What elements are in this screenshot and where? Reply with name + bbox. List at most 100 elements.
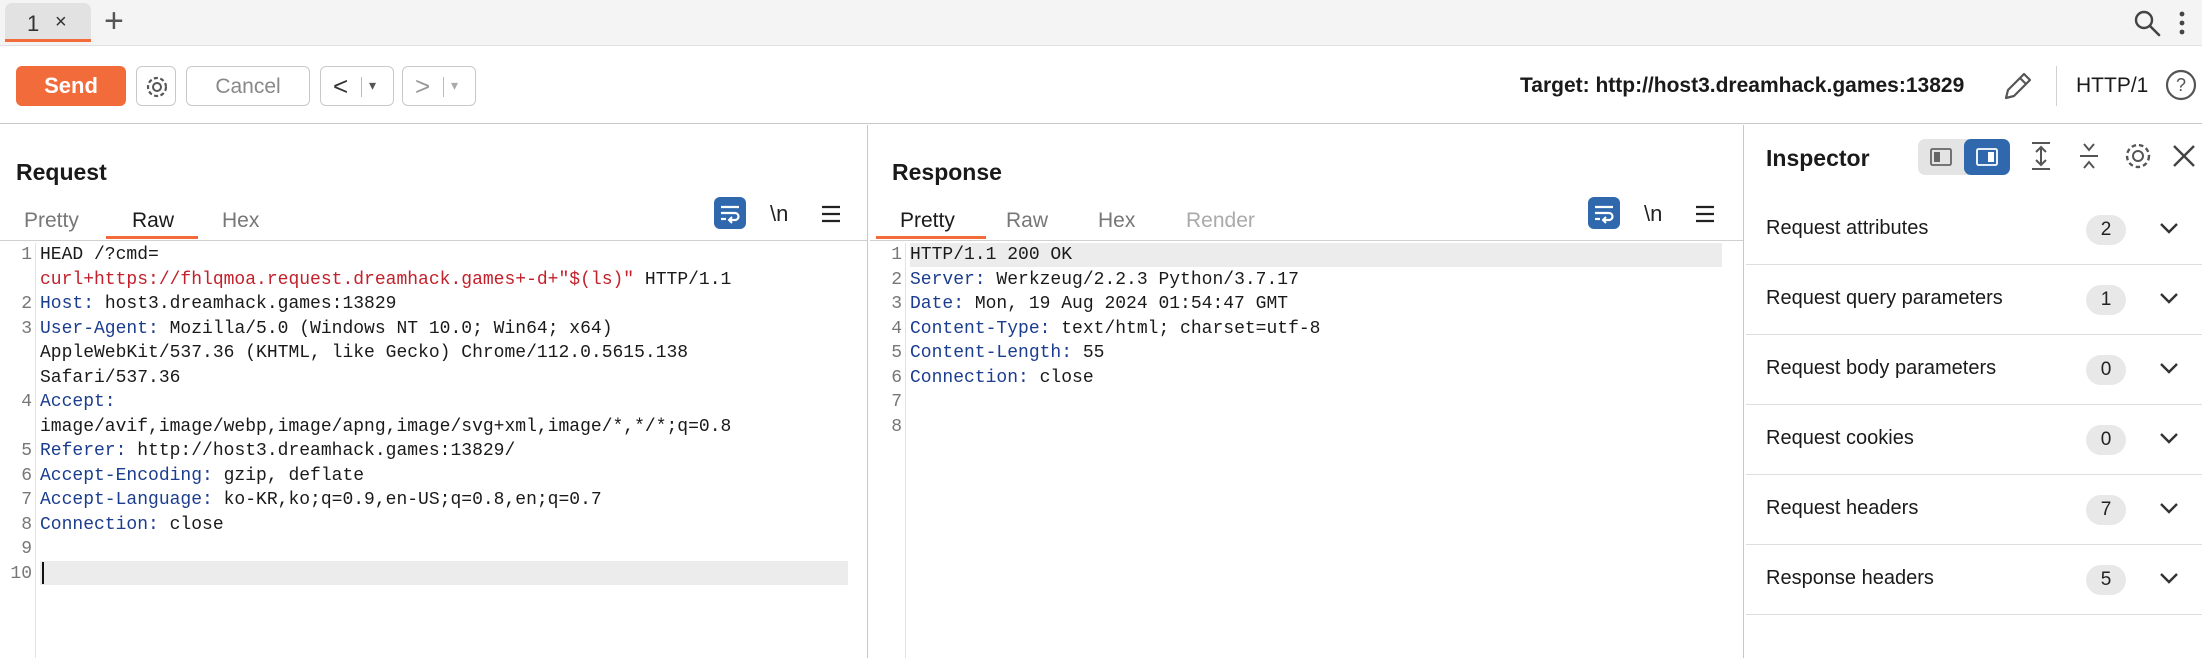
wrap-icon bbox=[721, 205, 740, 224]
chevron-left-icon: < bbox=[333, 71, 349, 101]
tab-1[interactable]: 1 × bbox=[5, 3, 91, 41]
tab-render[interactable]: Render bbox=[1186, 209, 1255, 233]
send-button[interactable]: Send bbox=[16, 66, 126, 106]
kebab-icon[interactable] bbox=[2176, 10, 2188, 41]
text-caret bbox=[42, 562, 44, 584]
code-line: Referer: http://host3.dreamhack.games:13… bbox=[40, 441, 516, 461]
wrap-lines-button[interactable] bbox=[714, 197, 746, 229]
tab-raw[interactable]: Raw bbox=[132, 209, 174, 233]
line-number: 5 bbox=[891, 343, 902, 363]
code-line: Host: host3.dreamhack.games:13829 bbox=[40, 294, 397, 314]
line-number: 1 bbox=[21, 245, 32, 265]
tab-bar: 1 × + bbox=[0, 0, 2202, 46]
inspector-layout-toggle bbox=[1918, 139, 2010, 175]
line-number: 7 bbox=[21, 490, 32, 510]
code-line: User-Agent: Mozilla/5.0 (Windows NT 10.0… bbox=[40, 318, 613, 339]
settings-button[interactable] bbox=[136, 66, 176, 106]
code-line: Accept: bbox=[40, 392, 116, 412]
count-badge: 0 bbox=[2086, 355, 2126, 385]
chevron-right-icon: > bbox=[415, 71, 431, 101]
section-label: Request attributes bbox=[1766, 217, 1929, 239]
wrap-icon bbox=[1595, 205, 1614, 224]
inspector-section-request-cookies[interactable]: Request cookies 0 bbox=[1746, 405, 2202, 475]
cancel-button[interactable]: Cancel bbox=[186, 66, 310, 106]
show-newlines-button[interactable]: \n bbox=[770, 201, 788, 227]
chevron-down-icon[interactable] bbox=[2158, 571, 2180, 590]
line-number: 10 bbox=[10, 563, 32, 584]
line-gutter: 1 2 3 4 5 6 7 8 bbox=[870, 243, 906, 658]
count-badge: 2 bbox=[2086, 215, 2126, 245]
count-badge: 1 bbox=[2086, 285, 2126, 315]
code-line: Accept-Encoding: gzip, deflate bbox=[40, 465, 365, 486]
line-number: 4 bbox=[21, 392, 32, 412]
inspector-section-response-headers[interactable]: Response headers 5 bbox=[1746, 545, 2202, 615]
close-icon[interactable] bbox=[2170, 142, 2198, 175]
request-panel: Request Pretty Raw Hex \n 1 2 3 4 5 6 7 … bbox=[0, 125, 868, 658]
show-newlines-button[interactable]: \n bbox=[1644, 201, 1662, 227]
code-line: HTTP/1.1 200 OK bbox=[910, 245, 1073, 265]
panel-left-icon bbox=[1930, 148, 1952, 166]
tab-hex[interactable]: Hex bbox=[1098, 209, 1135, 233]
tab-active-indicator bbox=[876, 236, 986, 239]
chevron-down-icon[interactable] bbox=[2158, 431, 2180, 450]
inspector-layout-left-button[interactable] bbox=[1918, 139, 1964, 175]
collapse-icon[interactable] bbox=[2076, 140, 2102, 177]
wrap-lines-button[interactable] bbox=[1588, 197, 1620, 229]
count-badge: 5 bbox=[2086, 565, 2126, 595]
tab-pretty[interactable]: Pretty bbox=[24, 209, 79, 233]
tab-raw[interactable]: Raw bbox=[1006, 209, 1048, 233]
line-number: 6 bbox=[21, 465, 32, 486]
gear-icon bbox=[146, 76, 168, 98]
tab-active-indicator bbox=[106, 236, 198, 239]
chevron-down-icon[interactable] bbox=[2158, 501, 2180, 520]
chevron-down-icon[interactable] bbox=[2158, 361, 2180, 380]
inspector-layout-right-button[interactable] bbox=[1964, 139, 2010, 175]
line-gutter: 1 2 3 4 5 6 7 8 9 10 bbox=[0, 243, 36, 658]
inspector-section-request-headers[interactable]: Request headers 7 bbox=[1746, 475, 2202, 545]
code-line: HEAD /?cmd= bbox=[40, 245, 159, 265]
count-badge: 0 bbox=[2086, 425, 2126, 455]
chevron-down-icon[interactable] bbox=[2158, 291, 2180, 310]
chevron-down-icon[interactable]: ▾ bbox=[369, 77, 376, 94]
chevron-down-icon[interactable] bbox=[2158, 221, 2180, 240]
line-number: 5 bbox=[21, 441, 32, 461]
request-editor[interactable]: 1 2 3 4 5 6 7 8 9 10 HEAD /?cmd= curl+ht… bbox=[0, 243, 867, 658]
menu-icon[interactable] bbox=[1694, 203, 1716, 230]
response-editor[interactable]: 1 2 3 4 5 6 7 8 HTTP/1.1 200 OK Server: … bbox=[870, 243, 1743, 658]
menu-icon[interactable] bbox=[820, 203, 842, 230]
section-label: Response headers bbox=[1766, 567, 1934, 589]
forward-button[interactable]: > ▾ bbox=[402, 66, 476, 106]
expand-icon[interactable] bbox=[2028, 140, 2054, 177]
code-line: AppleWebKit/537.36 (KHTML, like Gecko) C… bbox=[40, 343, 689, 363]
back-button[interactable]: < ▾ bbox=[320, 66, 394, 106]
help-icon[interactable]: ? bbox=[2164, 68, 2198, 107]
chevron-down-icon[interactable]: ▾ bbox=[451, 77, 458, 94]
add-tab-button[interactable]: + bbox=[104, 2, 124, 40]
code-line: Content-Type: text/html; charset=utf-8 bbox=[910, 318, 1321, 339]
inspector-section-request-attributes[interactable]: Request attributes 2 bbox=[1746, 195, 2202, 265]
response-panel: Response Pretty Raw Hex Render \n 1 2 3 … bbox=[870, 125, 1744, 658]
code-line: curl+https://fhlqmoa.request.dreamhack.g… bbox=[40, 269, 732, 290]
count-badge: 7 bbox=[2086, 495, 2126, 525]
line-number: 8 bbox=[21, 514, 32, 535]
inspector-section-request-query-parameters[interactable]: Request query parameters 1 bbox=[1746, 265, 2202, 335]
line-number: 2 bbox=[21, 294, 32, 314]
code-line: Safari/537.36 bbox=[40, 367, 181, 388]
gear-icon[interactable] bbox=[2122, 140, 2154, 177]
tab-close-icon[interactable]: × bbox=[55, 11, 67, 34]
tab-active-indicator bbox=[5, 39, 91, 42]
code-line: Content-Length: 55 bbox=[910, 343, 1105, 363]
line-number: 2 bbox=[891, 269, 902, 290]
tab-hex[interactable]: Hex bbox=[222, 209, 259, 233]
code-line: Connection: close bbox=[910, 367, 1094, 388]
pencil-icon[interactable] bbox=[2000, 70, 2034, 109]
tab-pretty[interactable]: Pretty bbox=[900, 209, 955, 233]
inspector-section-request-body-parameters[interactable]: Request body parameters 0 bbox=[1746, 335, 2202, 405]
search-icon[interactable] bbox=[2132, 8, 2162, 43]
target-label: Target: http://host3.dreamhack.games:138… bbox=[1520, 74, 1965, 97]
response-title: Response bbox=[892, 159, 1002, 185]
section-label: Request headers bbox=[1766, 497, 1919, 519]
http-version-selector[interactable]: HTTP/1 bbox=[2076, 74, 2148, 98]
line-number: 1 bbox=[891, 245, 902, 265]
divider bbox=[361, 77, 362, 97]
